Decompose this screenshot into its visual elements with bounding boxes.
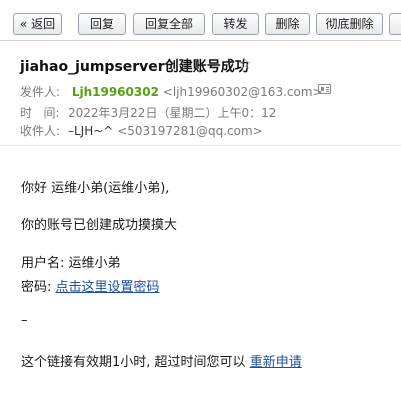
username-value: 运维小弟 (68, 256, 121, 271)
password-row: 密码: 点击这里设置密码 (21, 276, 160, 295)
signature-dash: – (21, 313, 28, 328)
email-view: « 返回 回复 回复全部 转发 删除 彻底删除 jiahao_jumpserve… (0, 0, 401, 397)
forward-button[interactable]: 转发 (212, 13, 259, 35)
greeting-text: 你好 运维小弟(运维小弟), (21, 181, 170, 196)
star-icon[interactable]: ☆ (238, 55, 252, 73)
username-row: 用户名: 运维小弟 (21, 252, 121, 271)
back-button[interactable]: « 返回 (13, 13, 62, 35)
sender-row: 发件人: Ljh19960302 <ljh19960302@163.com> (20, 83, 323, 100)
message-text: 你的账号已创建成功摸摸大 (21, 218, 178, 233)
time-label: 时 间: (20, 106, 60, 120)
sender-name[interactable]: Ljh19960302 (72, 85, 159, 99)
time-value: 2022年3月22日（星期二）上午0：12 (68, 106, 277, 120)
recipient-name[interactable]: –LJH~^ (68, 124, 113, 138)
recipient-row: 收件人: –LJH~^ <503197281@qq.com> (20, 122, 263, 139)
password-label: 密码: (21, 280, 52, 295)
delete-button[interactable]: 删除 (265, 13, 310, 35)
recipient-address: <503197281@qq.com> (117, 124, 263, 138)
email-toolbar: « 返回 回复 回复全部 转发 删除 彻底删除 (0, 0, 401, 41)
permanent-delete-button[interactable]: 彻底删除 (316, 13, 383, 35)
sender-label: 发件人: (20, 85, 61, 99)
expiry-text: 这个链接有效期1小时, 超过时间您可以 (21, 355, 246, 370)
username-label: 用户名: (21, 256, 65, 271)
email-subject: jiahao_jumpserver创建账号成功 (20, 59, 249, 75)
more-button[interactable] (389, 13, 401, 35)
recipient-label: 收件人: (20, 124, 61, 138)
sender-address: <ljh19960302@163.com> (162, 85, 323, 99)
time-row: 时 间: 2022年3月22日（星期二）上午0：12 (20, 104, 276, 121)
reply-all-button[interactable]: 回复全部 (133, 13, 205, 35)
contact-card-icon[interactable] (318, 84, 331, 94)
expiry-row: 这个链接有效期1小时, 超过时间您可以 重新申请 (21, 351, 302, 370)
reapply-link[interactable]: 重新申请 (250, 355, 302, 370)
set-password-link[interactable]: 点击这里设置密码 (56, 280, 160, 295)
header-divider (0, 145, 401, 146)
reply-button[interactable]: 回复 (78, 13, 126, 35)
